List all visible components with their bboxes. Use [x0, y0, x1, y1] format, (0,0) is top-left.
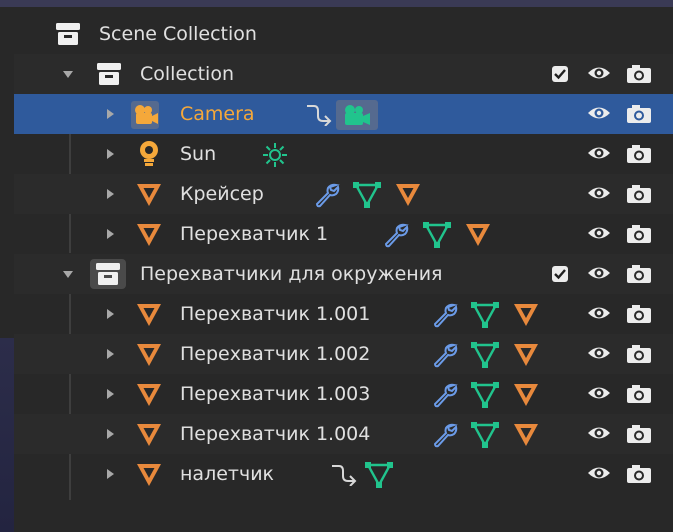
mesh-data-icon[interactable] — [422, 221, 452, 249]
mesh-data-icon[interactable] — [470, 381, 500, 409]
collection-label: Перехватчики для окружения — [140, 263, 443, 285]
object-label: Перехватчик 1.001 — [180, 303, 371, 325]
camera-render-icon[interactable] — [626, 224, 652, 244]
mesh-triangle-icon — [137, 384, 161, 406]
exclude-checkbox[interactable] — [552, 266, 568, 282]
object-label: Перехватчик 1.004 — [180, 423, 371, 445]
mesh-triangle-icon — [137, 344, 161, 366]
mesh-object-row[interactable]: Перехватчик 1.003 — [14, 374, 673, 414]
expand-arrow-icon[interactable] — [63, 71, 73, 78]
mesh-object-row[interactable]: Перехватчик 1.004 — [14, 414, 673, 454]
expand-arrow-icon[interactable] — [107, 349, 114, 359]
mesh-triangle-icon — [137, 424, 161, 446]
collection-label: Collection — [140, 63, 234, 85]
mesh-data-icon[interactable] — [364, 461, 394, 489]
mesh-object-row[interactable]: Перехватчик 1.002 — [14, 334, 673, 374]
mesh-object-row[interactable]: Крейсер — [14, 174, 673, 214]
outliner-panel: Scene Collection Collection Camera Sun К… — [0, 0, 673, 532]
mesh-triangle-icon[interactable] — [464, 222, 492, 248]
mesh-triangle-icon — [137, 304, 161, 326]
wrench-icon[interactable] — [432, 422, 458, 448]
eye-icon[interactable] — [587, 144, 611, 162]
eye-icon[interactable] — [587, 344, 611, 362]
eye-icon[interactable] — [587, 64, 611, 82]
expand-arrow-icon[interactable] — [107, 469, 114, 479]
eye-icon[interactable] — [587, 464, 611, 482]
mesh-data-icon[interactable] — [470, 301, 500, 329]
collection-box-icon — [97, 63, 121, 85]
mesh-object-row[interactable]: Перехватчик 1 — [14, 214, 673, 254]
expand-arrow-icon[interactable] — [107, 429, 114, 439]
expand-arrow-icon[interactable] — [107, 189, 114, 199]
mesh-object-row[interactable]: Перехватчик 1.001 — [14, 294, 673, 334]
camera-label: Camera — [180, 103, 255, 125]
expand-arrow-icon[interactable] — [107, 229, 114, 239]
camera-render-icon[interactable] — [626, 304, 652, 324]
sun-row[interactable]: Sun — [14, 134, 673, 174]
collection-box-icon — [56, 23, 80, 45]
eye-icon[interactable] — [587, 184, 611, 202]
camera-render-icon[interactable] — [626, 104, 652, 124]
sun-data-icon[interactable] — [262, 142, 288, 168]
mesh-triangle-icon[interactable] — [512, 302, 540, 328]
camera-render-icon[interactable] — [626, 424, 652, 444]
mesh-object-row[interactable]: налетчик — [14, 454, 673, 494]
mesh-triangle-icon[interactable] — [512, 342, 540, 368]
camera-data-icon[interactable] — [336, 100, 378, 130]
mesh-data-icon[interactable] — [470, 341, 500, 369]
wrench-icon[interactable] — [432, 382, 458, 408]
scene-collection-row[interactable]: Scene Collection — [14, 14, 673, 54]
mesh-data-icon[interactable] — [470, 421, 500, 449]
object-label: налетчик — [180, 463, 275, 485]
camera-render-icon[interactable] — [626, 464, 652, 484]
wrench-icon[interactable] — [314, 182, 340, 208]
object-label: Перехватчик 1.002 — [180, 343, 371, 365]
curved-arrow-icon — [307, 105, 332, 126]
header-strip — [0, 0, 673, 7]
wrench-icon[interactable] — [432, 342, 458, 368]
viewport-edge — [0, 338, 14, 532]
object-label: Перехватчик 1 — [180, 223, 329, 245]
curved-arrow-icon — [332, 465, 357, 486]
camera-render-icon[interactable] — [626, 264, 652, 284]
scene-collection-label: Scene Collection — [99, 23, 257, 45]
mesh-triangle-icon — [137, 184, 161, 206]
eye-icon[interactable] — [587, 384, 611, 402]
object-label: Крейсер — [180, 183, 264, 205]
eye-icon[interactable] — [587, 304, 611, 322]
exclude-checkbox[interactable] — [552, 66, 568, 82]
mesh-triangle-icon[interactable] — [512, 422, 540, 448]
camera-render-icon[interactable] — [626, 64, 652, 84]
mesh-triangle-icon — [137, 224, 161, 246]
camera-row[interactable]: Camera — [14, 94, 673, 134]
mesh-triangle-icon[interactable] — [394, 182, 422, 208]
eye-icon[interactable] — [587, 104, 611, 122]
wrench-icon[interactable] — [432, 302, 458, 328]
collection-row[interactable]: Collection — [14, 54, 673, 94]
mesh-data-icon[interactable] — [352, 181, 382, 209]
expand-arrow-icon[interactable] — [107, 309, 114, 319]
object-label: Перехватчик 1.003 — [180, 383, 371, 405]
camera-render-icon[interactable] — [626, 344, 652, 364]
mesh-triangle-icon[interactable] — [512, 382, 540, 408]
eye-icon[interactable] — [587, 424, 611, 442]
wrench-icon[interactable] — [383, 222, 409, 248]
camera-render-icon[interactable] — [626, 184, 652, 204]
collection-box-icon — [90, 259, 126, 289]
light-bulb-icon — [140, 141, 158, 166]
camera-render-icon[interactable] — [626, 144, 652, 164]
camera-object-icon — [131, 101, 159, 129]
expand-arrow-icon[interactable] — [107, 109, 114, 119]
camera-render-icon[interactable] — [626, 384, 652, 404]
collection-row[interactable]: Перехватчики для окружения — [14, 254, 673, 294]
eye-icon[interactable] — [587, 264, 611, 282]
mesh-triangle-icon — [137, 464, 161, 486]
eye-icon[interactable] — [587, 224, 611, 242]
expand-arrow-icon[interactable] — [107, 149, 114, 159]
sun-label: Sun — [180, 143, 217, 165]
expand-arrow-icon[interactable] — [107, 389, 114, 399]
expand-arrow-icon[interactable] — [63, 271, 73, 278]
